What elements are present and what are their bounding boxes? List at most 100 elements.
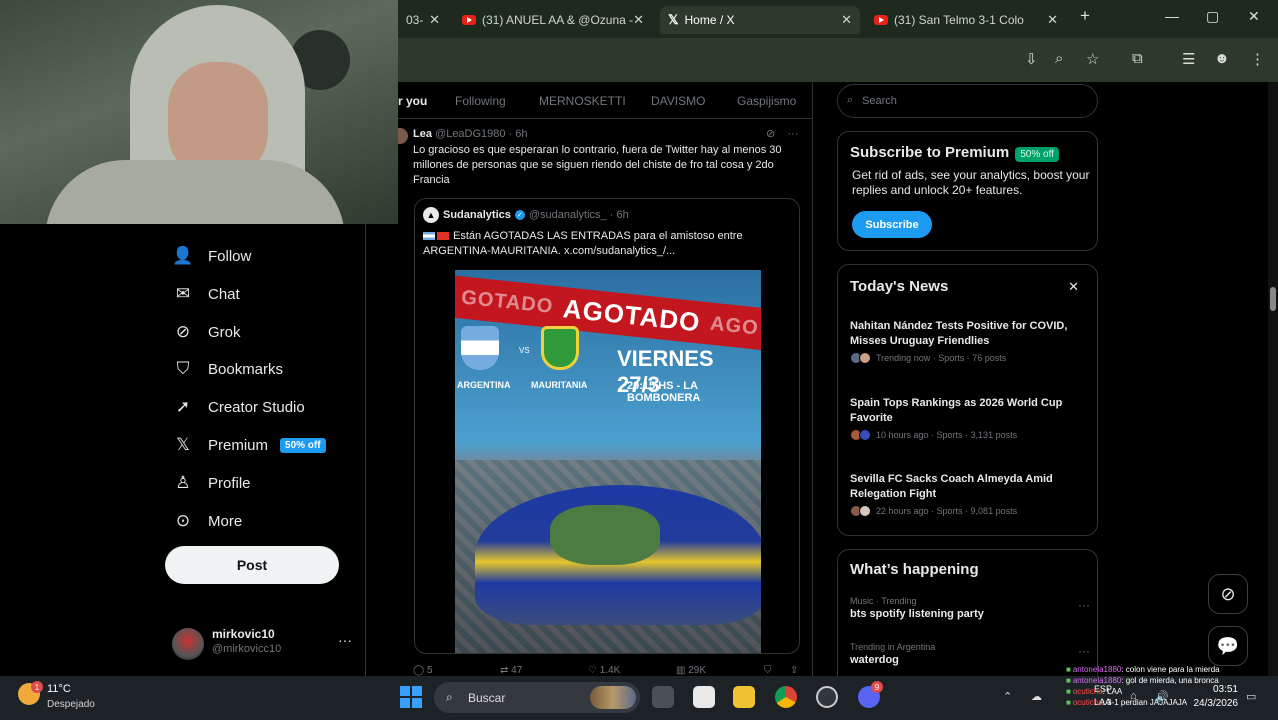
news-headline: Nahitan Nández Tests Positive for COVID,… xyxy=(850,320,1068,347)
account-switcher[interactable]: mirkovic10 @mirkovicc10 ··· xyxy=(172,624,352,664)
chevron-up-icon[interactable]: ⌃ xyxy=(1003,690,1012,703)
nav-item-grok[interactable]: ⊘ Grok xyxy=(172,322,241,342)
star-icon[interactable]: ☆ xyxy=(1086,50,1099,68)
messages-fab-icon[interactable]: 💬 xyxy=(1208,626,1248,666)
news-title: Today's News xyxy=(850,278,949,295)
nav-item-premium[interactable]: 𝕏 Premium 50% off xyxy=(172,435,326,455)
chrome-icon[interactable] xyxy=(775,686,797,708)
obs-icon[interactable] xyxy=(816,686,838,708)
zoom-icon[interactable]: ⌕ xyxy=(1055,50,1063,67)
argentina-flag-icon xyxy=(423,232,435,241)
retweet-count: 47 xyxy=(511,665,523,676)
windows-start-icon[interactable] xyxy=(400,686,422,708)
scrollbar[interactable] xyxy=(1268,82,1278,676)
trend-topic: waterdog xyxy=(850,654,899,666)
close-icon[interactable]: ✕ xyxy=(841,12,852,28)
nav-item-bookmarks[interactable]: ⛉ Bookmarks xyxy=(172,359,283,379)
match-time: 20:15 HS - LA BOMBONERA xyxy=(627,380,701,404)
tweet-header-icons: ⊘ ··· xyxy=(766,127,798,140)
tab-following[interactable]: Following xyxy=(455,94,506,108)
tab-title: 03- xyxy=(406,13,424,27)
minimize-button[interactable]: — xyxy=(1165,8,1179,24)
trend-item[interactable]: Trending in Argentina waterdog ··· xyxy=(850,642,1090,666)
sold-out-banner: GOTADO AGOTADO AGO xyxy=(455,274,761,352)
share-icon[interactable]: ⇪ xyxy=(790,665,798,676)
view-count: 29K xyxy=(688,665,707,676)
nav-item-creator-studio[interactable]: ➚ Creator Studio xyxy=(172,397,305,417)
tweet-handle: @LeaDG1980 · 6h xyxy=(435,128,528,140)
task-view-icon[interactable] xyxy=(652,686,674,708)
chat-message: ■ ocuticha: LAA xyxy=(1066,687,1123,696)
close-icon[interactable]: ✕ xyxy=(429,12,440,28)
news-item[interactable]: Nahitan Nández Tests Positive for COVID,… xyxy=(850,319,1090,364)
close-icon[interactable]: ✕ xyxy=(1047,12,1058,28)
browser-tab[interactable]: (31) San Telmo 3-1 Colo ✕ xyxy=(866,6,1066,34)
weather-temp[interactable]: 11°C xyxy=(47,683,71,695)
mauritania-flag-icon xyxy=(437,232,449,241)
maximize-button[interactable]: ▢ xyxy=(1206,8,1219,25)
close-icon[interactable]: ✕ xyxy=(1068,279,1079,295)
news-item[interactable]: Sevilla FC Sacks Coach Almeyda Amid Rele… xyxy=(850,472,1090,517)
scrollbar-thumb[interactable] xyxy=(1270,287,1276,311)
chat-user: ocuticha xyxy=(1072,698,1103,707)
nav-item-profile[interactable]: ♙ Profile xyxy=(172,473,251,493)
file-explorer-icon[interactable] xyxy=(733,686,755,708)
nav-item-more[interactable]: ⊙ More xyxy=(172,511,242,531)
tab-for-you[interactable]: r you xyxy=(398,94,427,108)
reading-list-icon[interactable]: ☰ xyxy=(1182,50,1195,68)
more-icon[interactable]: ··· xyxy=(1078,644,1090,658)
search-input[interactable]: ⌕ Search xyxy=(837,84,1098,118)
news-item[interactable]: Spain Tops Rankings as 2026 World Cup Fa… xyxy=(850,396,1090,441)
views-button[interactable]: ▥ 29K xyxy=(676,665,706,676)
premium-badge: 50% off xyxy=(280,437,326,453)
nav-label: Profile xyxy=(208,474,251,492)
tweet-author[interactable]: Lea xyxy=(413,128,432,140)
nav-item-follow[interactable]: 👤 Follow xyxy=(172,246,251,266)
nav-label: Bookmarks xyxy=(208,360,284,378)
install-icon[interactable]: ⇩ xyxy=(1025,50,1038,68)
chat-user: antonela1880 xyxy=(1072,665,1122,674)
nav-label: More xyxy=(208,512,243,530)
reply-button[interactable]: ◯ 5 xyxy=(413,665,433,676)
bookmark-icon: ⛉ xyxy=(176,359,190,378)
trend-item[interactable]: Music · Trending bts spotify listening p… xyxy=(850,596,1090,620)
retweet-button[interactable]: ⇄ 47 xyxy=(500,665,522,676)
store-icon[interactable] xyxy=(693,686,715,708)
quote-author: Sudanalytics xyxy=(443,209,511,221)
more-icon[interactable]: ··· xyxy=(787,128,798,140)
post-button[interactable]: Post xyxy=(165,546,339,584)
subscribe-button[interactable]: Subscribe xyxy=(852,211,932,238)
more-icon[interactable]: ··· xyxy=(1078,598,1090,612)
bookmark-icon[interactable]: ⛉ xyxy=(764,665,772,676)
cloud-icon[interactable]: ☁ xyxy=(1031,690,1042,703)
news-meta-row: 10 hours ago · Sports · 3,131 posts xyxy=(850,429,1090,441)
close-icon[interactable]: ✕ xyxy=(633,12,644,28)
new-tab-button[interactable]: + xyxy=(1080,6,1090,26)
nav-item-chat[interactable]: ✉ Chat xyxy=(172,284,240,304)
like-button[interactable]: ♡ 1.4K xyxy=(588,665,620,676)
x-logo-icon: 𝕏 xyxy=(668,12,679,27)
tab-title: (31) San Telmo 3-1 Colo xyxy=(894,13,1024,27)
tab-gaspijismo[interactable]: Gaspijismo xyxy=(737,94,796,108)
more-icon[interactable]: ··· xyxy=(338,632,352,648)
extensions-icon[interactable]: ⧉ xyxy=(1132,50,1143,67)
profile-icon[interactable]: ☻ xyxy=(1214,50,1230,67)
grok-icon[interactable]: ⊘ xyxy=(766,128,775,140)
browser-tab[interactable]: (31) ANUEL AA & @Ozuna - ✕ xyxy=(454,6,652,34)
menu-icon[interactable]: ⋮ xyxy=(1250,50,1265,68)
quote-text: Están AGOTADAS LAS ENTRADAS para el amis… xyxy=(423,230,743,257)
close-window-button[interactable]: ✕ xyxy=(1248,8,1260,25)
browser-tab[interactable]: 03- ✕ xyxy=(398,6,448,34)
nav-label: Grok xyxy=(208,323,241,341)
tab-mernosketti[interactable]: MERNOSKETTI xyxy=(539,94,626,108)
quoted-tweet[interactable]: ▲ Sudanalytics ✓ @sudanalytics_ · 6h Est… xyxy=(414,198,800,654)
taskbar-search-label: Buscar xyxy=(468,690,506,705)
quote-image[interactable]: GOTADO AGOTADO AGO VS ARGENTINA MAURITANIA… xyxy=(455,270,761,653)
tab-davismo[interactable]: DAVISMO xyxy=(651,94,705,108)
team-mauritania: MAURITANIA xyxy=(531,380,588,390)
grok-fab-icon[interactable]: ⊘ xyxy=(1208,574,1248,614)
discord-badge: 9 xyxy=(871,681,883,693)
chat-user: antonela1880 xyxy=(1072,676,1122,685)
taskbar-search-input[interactable]: ⌕ Buscar xyxy=(434,682,640,713)
browser-tab-active[interactable]: 𝕏 Home / X ✕ xyxy=(660,6,860,34)
